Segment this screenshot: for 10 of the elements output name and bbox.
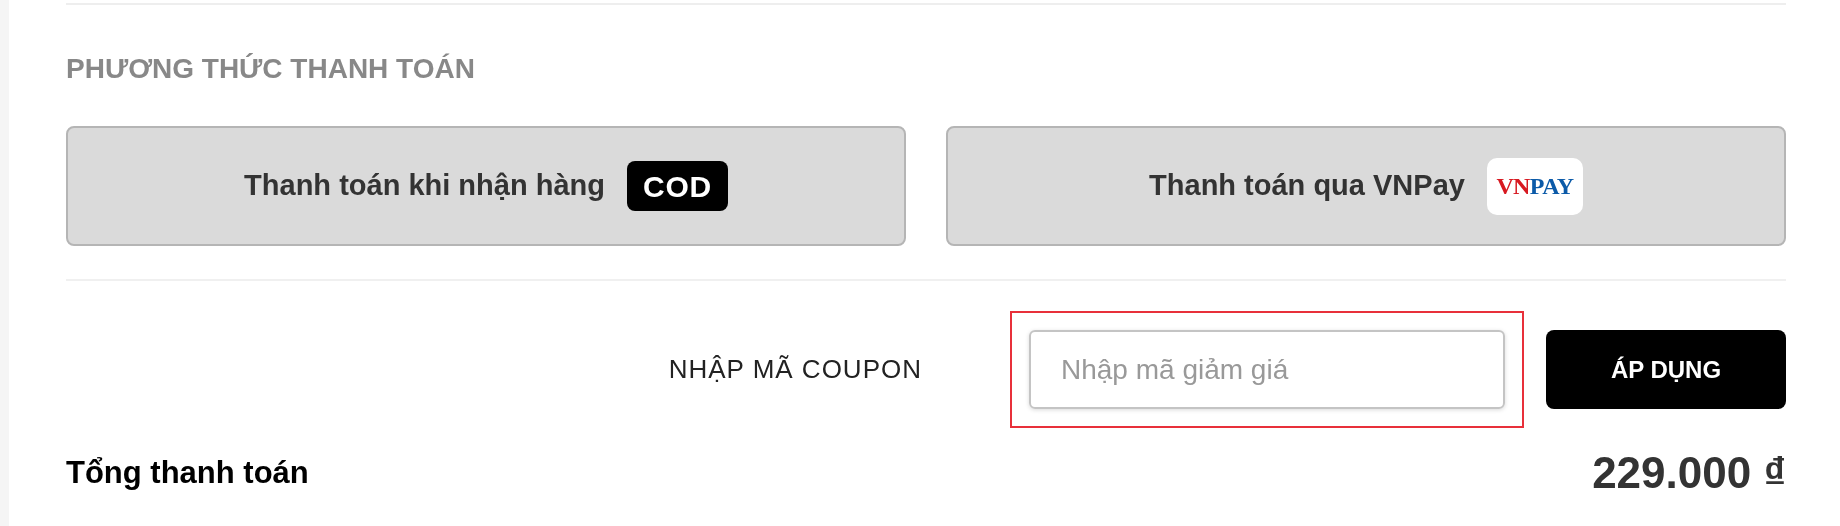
- apply-button[interactable]: ÁP DỤNG: [1546, 330, 1786, 409]
- section-heading: PHƯƠNG THỨC THANH TOÁN: [66, 53, 475, 84]
- payment-option[interactable]: Thanh toán khi nhận hàng COD: [66, 126, 906, 246]
- vnpay-logo: VNPAY: [1486, 157, 1583, 215]
- payment-option[interactable]: Thanh toán qua VNPay VNPAY: [946, 126, 1786, 246]
- cod-tag: COD: [626, 161, 728, 211]
- coupon-input[interactable]: Nhập mã giảm giá: [1029, 330, 1505, 409]
- total-amount: 229.000 ₫: [1592, 447, 1786, 499]
- coupon-label: NHẬP MÃ COUPON: [668, 353, 922, 386]
- total-label: Tổng thanh toán: [66, 453, 309, 492]
